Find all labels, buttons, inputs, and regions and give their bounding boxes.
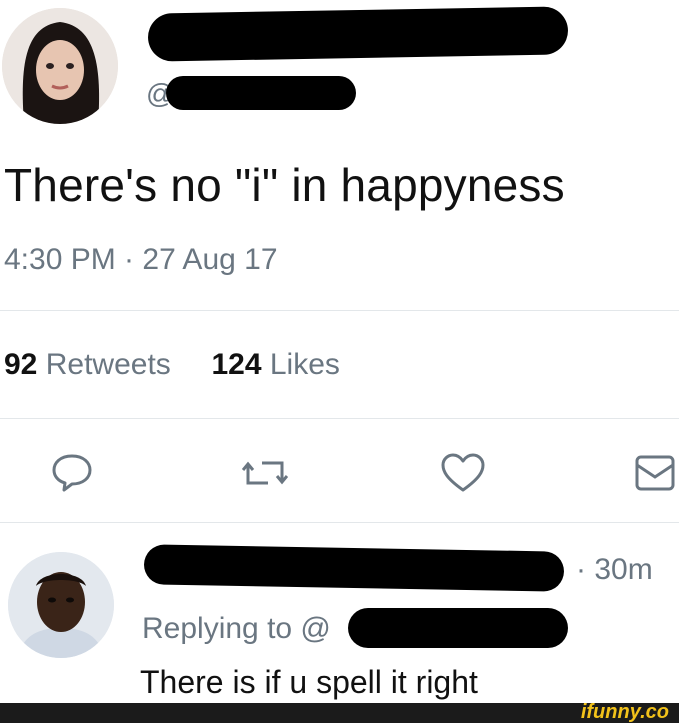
watermark-logo: ifunny.co [580,701,669,723]
likes-label: Likes [269,348,340,381]
redacted-replying-to-handle [348,608,568,648]
heart-icon[interactable] [440,452,486,494]
author-avatar[interactable] [2,8,118,124]
divider [0,522,679,523]
reply-author-avatar[interactable] [8,552,114,658]
tweet-text: There's no "i" in happyness [4,159,565,211]
tweet-stats: 92 Retweets 124 Likes [4,348,340,382]
mail-icon[interactable] [634,453,676,493]
retweet-icon[interactable] [242,455,288,491]
tweet-timestamp[interactable]: 4:30 PM · 27 Aug 17 [4,243,278,277]
replying-to-label: Replying to @ [142,612,331,645]
retweet-stat[interactable]: 92 Retweets [4,348,179,381]
footer-bar [0,703,679,723]
divider [0,310,679,311]
likes-stat[interactable]: 124 Likes [211,348,339,381]
redacted-display-name [147,6,569,62]
woman-portrait-icon [2,8,118,124]
reply-time[interactable]: · 30m [576,553,653,587]
reply-text: There is if u spell it right [140,664,478,700]
reply-icon[interactable] [50,452,94,492]
divider [0,418,679,419]
likes-count: 124 [211,348,262,381]
redacted-handle [166,76,356,110]
retweets-count: 92 [4,348,38,381]
retweets-label: Retweets [45,348,171,381]
redacted-reply-display-name [143,544,565,592]
man-portrait-icon [8,552,114,658]
